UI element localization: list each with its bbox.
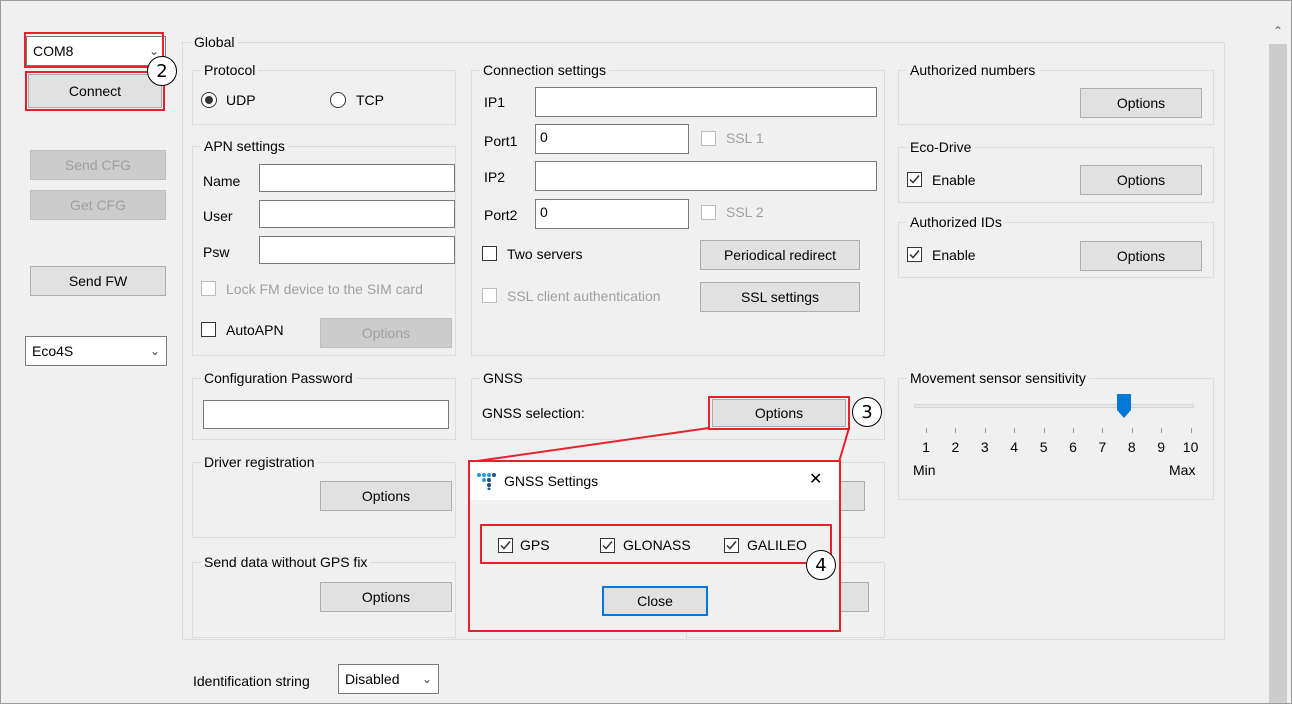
checkmark-icon (602, 541, 613, 550)
galileo-label: GALILEO (747, 537, 807, 553)
dialog-title: GNSS Settings (504, 473, 599, 489)
gnss-settings-dialog: GNSS Settings ✕ GPS GLONASS GALILEO 4 Cl… (468, 460, 841, 632)
gps-checkbox[interactable] (498, 538, 513, 553)
scrollbar-thumb[interactable] (1269, 44, 1287, 704)
gps-label: GPS (520, 537, 550, 553)
galileo-checkbox[interactable] (724, 538, 739, 553)
scroll-up-arrow-icon[interactable]: ⌃ (1267, 20, 1289, 42)
checkmark-icon (726, 541, 737, 550)
glonass-label: GLONASS (623, 537, 691, 553)
app-logo-icon (477, 473, 496, 490)
dialog-titlebar: GNSS Settings ✕ (470, 462, 839, 500)
close-icon[interactable]: ✕ (809, 470, 822, 488)
callout-4: 4 (806, 550, 836, 580)
glonass-checkbox[interactable] (600, 538, 615, 553)
dialog-close-button[interactable]: Close (602, 586, 708, 616)
checkmark-icon (500, 541, 511, 550)
vertical-scrollbar[interactable]: ⌃ (1267, 20, 1289, 704)
